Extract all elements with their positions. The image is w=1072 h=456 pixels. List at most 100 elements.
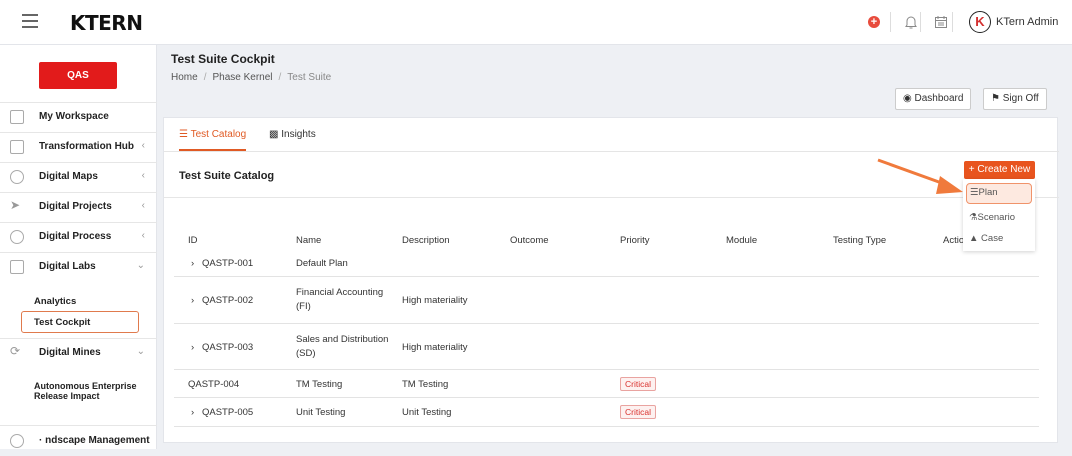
priority-badge: Critical [620,377,656,391]
sidebar-item-digital-mines[interactable]: ⟳ Digital Mines ⌄ [0,340,157,368]
flask-icon: ⚗ [969,212,978,223]
create-new-menu: ☰Plan ⚗Scenario ▲ Case [963,179,1035,251]
expand-chevron-icon[interactable]: › [191,294,194,308]
menu-item-scenario[interactable]: ⚗Scenario [969,212,1015,223]
divider [952,12,953,32]
mines-icon: ⟳ [10,344,21,358]
env-badge[interactable]: QAS [39,62,117,89]
row-id[interactable]: QASTP-004 [188,378,239,392]
divider [890,12,891,32]
breadcrumb: Home / Phase Kernel / Test Suite [171,72,331,83]
sidebar-subitem-aeri[interactable]: Autonomous Enterprise Release Impact [34,381,144,401]
sidebar-item-digital-projects[interactable]: ➤ Digital Projects ‹ [0,194,157,222]
row-description: TM Testing [402,379,449,390]
create-new-button[interactable]: + Create New [964,161,1035,179]
beaker-icon: ▲ [969,233,979,244]
row-name: Sales and Distribution (SD) [296,334,389,359]
ktern-logo[interactable]: KTERN [70,11,143,35]
expand-chevron-icon[interactable]: › [191,341,194,355]
list-icon: ☰ [179,129,188,140]
expand-chevron-icon[interactable]: › [191,257,194,271]
sidebar-item-my-workspace[interactable]: My Workspace [0,104,157,132]
top-bar: KTERN + K KTern Admin [0,0,1072,45]
row-name: Default Plan [296,258,348,269]
priority-badge: Critical [620,405,656,419]
flag-icon: ⚑ [991,93,1000,104]
send-icon: ➤ [10,198,21,212]
row-divider [174,323,1039,324]
sidebar-item-digital-process[interactable]: Digital Process ‹ [0,224,157,252]
divider [0,425,157,426]
tab-test-catalog[interactable]: ☰ Test Catalog [179,129,247,151]
row-divider [174,426,1039,427]
column-header-description[interactable]: Description [402,235,450,246]
sidebar-item-digital-labs[interactable]: Digital Labs ⌄ [0,254,157,282]
menu-icon[interactable] [22,14,38,28]
row-id[interactable]: QASTP-002 [202,294,253,308]
divider [0,192,157,193]
list-icon: ☰ [970,187,979,198]
divider [0,102,157,103]
page-title: Test Suite Cockpit [171,52,275,66]
chevron-left-icon: ‹ [141,140,145,151]
sidebar-item-label: Digital Process [39,231,112,242]
divider [0,338,157,339]
row-description: High materiality [402,342,468,353]
breadcrumb-phase-kernel[interactable]: Phase Kernel [212,72,272,83]
breadcrumb-current: Test Suite [287,72,332,83]
row-divider [174,276,1039,277]
sidebar-item-label: Digital Projects [39,201,112,212]
column-header-module[interactable]: Module [726,235,757,246]
breadcrumb-home[interactable]: Home [171,72,198,83]
row-divider [174,397,1039,398]
row-divider [174,369,1039,370]
catalog-title: Test Suite Catalog [179,170,275,182]
sidebar-subitem-test-cockpit[interactable]: Test Cockpit [21,311,139,333]
menu-item-label: Case [981,233,1004,244]
sidebar: QAS My Workspace Transformation Hub ‹ Di… [0,45,157,449]
user-name[interactable]: KTern Admin [996,16,1058,28]
catalog-panel: ☰ Test Catalog ▩ Insights Test Suite Cat… [163,117,1059,443]
breadcrumb-separator: / [203,72,207,83]
chevron-left-icon: ‹ [141,200,145,211]
menu-item-plan[interactable]: ☰Plan [966,183,1032,204]
sidebar-item-label: · ndscape Management [39,435,150,446]
menu-item-case[interactable]: ▲ Case [969,233,1003,244]
sidebar-item-label: Digital Mines [39,347,101,358]
avatar[interactable]: K [969,11,991,33]
expand-chevron-icon[interactable]: › [191,406,194,420]
breadcrumb-separator: / [278,72,282,83]
sidebar-item-transformation-hub[interactable]: Transformation Hub ‹ [0,134,157,162]
row-name: Unit Testing [296,407,346,418]
sidebar-item-label: Digital Maps [39,171,98,182]
menu-item-label: Plan [978,187,998,198]
calendar-icon[interactable] [933,14,949,30]
sidebar-item-label: Transformation Hub [39,141,135,152]
row-id[interactable]: QASTP-003 [202,341,253,355]
chevron-down-icon: ⌄ [136,346,145,357]
row-name: TM Testing [296,379,343,390]
row-name: Financial Accounting (FI) [296,287,384,312]
sign-off-button[interactable]: ⚑ Sign Off [983,88,1047,110]
column-header-priority[interactable]: Priority [620,235,650,246]
sidebar-item-digital-maps[interactable]: Digital Maps ‹ [0,164,157,192]
column-header-id[interactable]: ID [188,235,198,246]
sidebar-item-label: My Workspace [39,111,109,122]
tab-label: Insights [281,129,316,140]
column-header-name[interactable]: Name [296,235,321,246]
row-description: High materiality [402,295,468,306]
dashboard-button[interactable]: ◉ Dashboard [895,88,972,110]
tab-insights[interactable]: ▩ Insights [269,129,316,140]
process-icon [10,230,24,244]
row-id[interactable]: QASTP-001 [202,257,253,271]
divider [920,12,921,32]
menu-item-label: Scenario [977,212,1016,223]
column-header-action: Actio [943,235,965,246]
row-id[interactable]: QASTP-005 [202,406,253,420]
sidebar-item-landscape-management[interactable]: · ndscape Management [0,428,157,456]
bell-icon[interactable] [903,14,919,30]
sidebar-subitem-analytics[interactable]: Analytics [34,296,76,307]
column-header-testing-type[interactable]: Testing Type [833,235,886,246]
column-header-outcome[interactable]: Outcome [510,235,549,246]
add-icon[interactable]: + [868,16,880,28]
